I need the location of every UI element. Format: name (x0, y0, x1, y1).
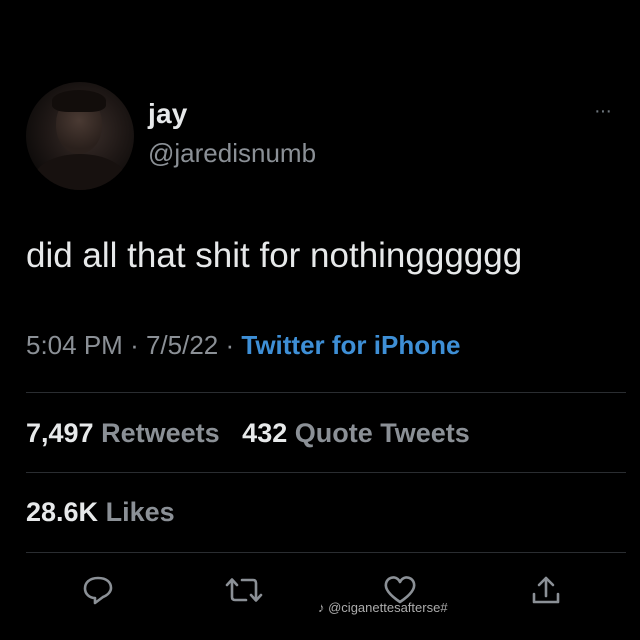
divider (26, 472, 626, 473)
share-icon (532, 576, 560, 604)
tweet-card: jay @jaredisnumb ··· did all that shit f… (0, 0, 640, 640)
avatar-hair (52, 90, 106, 112)
divider (26, 392, 626, 393)
share-button[interactable] (526, 570, 566, 610)
retweets-label: Retweets (101, 418, 220, 448)
user-handle[interactable]: @jaredisnumb (148, 138, 316, 169)
avatar[interactable] (26, 82, 134, 190)
likes-label: Likes (105, 497, 175, 527)
meta-separator: · (130, 330, 146, 360)
tweet-source-link[interactable]: Twitter for iPhone (241, 330, 460, 360)
likes-count: 28.6K (26, 497, 99, 527)
retweet-button[interactable] (222, 570, 263, 610)
quote-tweets-stat[interactable]: 432 Quote Tweets (242, 418, 470, 448)
quote-tweets-count: 432 (242, 418, 288, 448)
tweet-text: did all that shit for nothingggggg (26, 236, 523, 275)
likes-stats[interactable]: 28.6K Likes (26, 497, 175, 528)
quote-tweets-label: Quote Tweets (294, 418, 470, 448)
retweet-icon (225, 578, 263, 602)
meta-separator: · (225, 330, 242, 360)
watermark: ♪ @ciganettesafterse# (318, 600, 448, 615)
retweets-count: 7,497 (26, 418, 94, 448)
display-name[interactable]: jay (148, 98, 188, 130)
reply-icon (83, 576, 113, 605)
more-options-icon[interactable]: ··· (594, 100, 612, 123)
avatar-shoulders (34, 154, 126, 190)
divider (26, 552, 626, 553)
tweet-time[interactable]: 5:04 PM (26, 330, 123, 360)
tweet-date[interactable]: 7/5/22 (146, 330, 218, 360)
tweet-meta: 5:04 PM · 7/5/22 · Twitter for iPhone (26, 330, 460, 361)
retweets-stat[interactable]: 7,497 Retweets (26, 418, 227, 448)
reply-button[interactable] (78, 570, 118, 610)
retweet-stats: 7,497 Retweets 432 Quote Tweets (26, 418, 470, 449)
